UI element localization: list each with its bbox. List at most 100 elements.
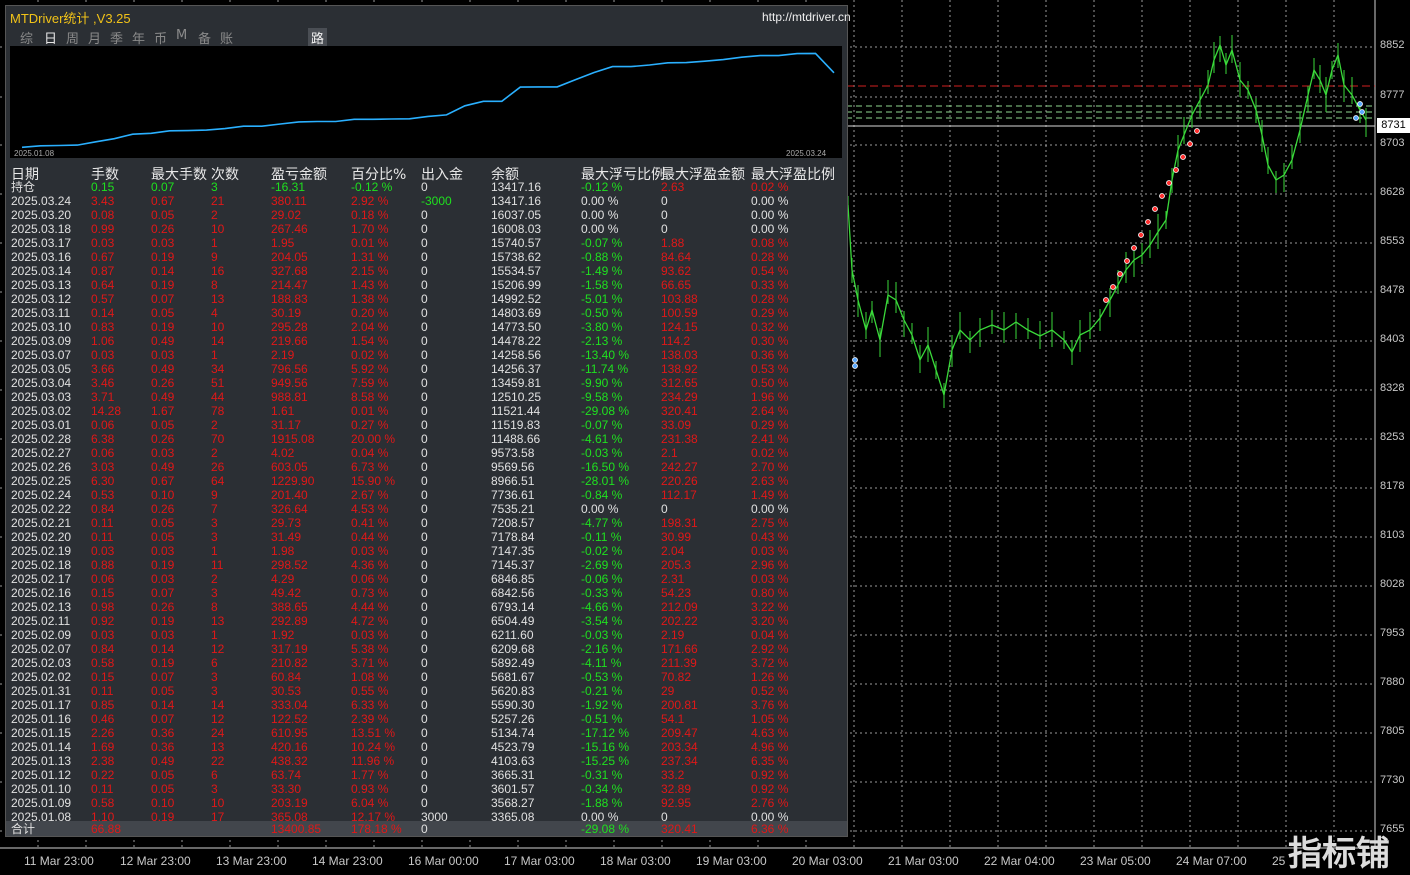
table-cell: 6793.14 bbox=[491, 600, 535, 614]
table-cell: 267.46 bbox=[271, 222, 308, 236]
table-cell: 0 bbox=[421, 278, 428, 292]
table-cell: 112.17 bbox=[661, 488, 697, 502]
table-cell: 5892.49 bbox=[491, 656, 535, 670]
table-cell: 0.05 bbox=[151, 516, 175, 530]
table-cell: 138.03 bbox=[661, 348, 698, 362]
trade-marker bbox=[1145, 219, 1151, 225]
table-cell: -16.50 % bbox=[581, 460, 630, 474]
table-cell: -2.69 % bbox=[581, 558, 623, 572]
table-cell: 0.01 % bbox=[351, 404, 389, 418]
table-cell: 0.49 bbox=[151, 334, 175, 348]
table-cell: 0 bbox=[421, 670, 428, 684]
table-row: 2025.02.28 6.38 0.26 70 1915.08 20.00 % 0 11488… bbox=[6, 432, 847, 446]
table-cell: 0.30 % bbox=[751, 334, 789, 348]
table-row: 2025.02.07 0.84 0.14 12 317.19 5.38 % 0 6209.68… bbox=[6, 642, 847, 656]
table-cell: 0 bbox=[421, 390, 428, 404]
table-cell: 0.44 % bbox=[351, 530, 389, 544]
table-cell: 0.67 bbox=[151, 194, 175, 208]
table-cell: 3.22 % bbox=[751, 600, 789, 614]
table-cell: 1 bbox=[211, 236, 218, 250]
table-cell: 5590.30 bbox=[491, 698, 535, 712]
table-cell: 0.49 bbox=[151, 460, 175, 474]
tab-7[interactable]: M bbox=[176, 28, 187, 43]
table-cell: 2.1 bbox=[661, 446, 678, 460]
website-link[interactable]: http://mtdriver.cn bbox=[762, 10, 851, 24]
trade-marker bbox=[852, 357, 858, 363]
time-tick-label: 20 Mar 03:00 bbox=[792, 854, 863, 868]
table-cell: 0.03 bbox=[151, 572, 175, 586]
tab-0[interactable]: 综 bbox=[20, 28, 33, 47]
table-cell: 0.06 % bbox=[351, 572, 389, 586]
table-cell: 10.24 % bbox=[351, 740, 396, 754]
table-cell: 33.09 bbox=[661, 418, 692, 432]
table-cell: 209.47 bbox=[661, 726, 698, 740]
table-cell: -0.50 % bbox=[581, 306, 623, 320]
table-cell: 3.72 % bbox=[751, 656, 789, 670]
table-cell: 9573.58 bbox=[491, 446, 535, 460]
trade-marker bbox=[1131, 245, 1137, 251]
table-cell: 0.11 bbox=[91, 516, 114, 530]
tab-3[interactable]: 月 bbox=[88, 28, 101, 47]
table-cell: 0.03 bbox=[151, 236, 175, 250]
table-cell: 3568.27 bbox=[491, 796, 535, 810]
table-cell: 6.33 % bbox=[351, 698, 389, 712]
total-row: 合计 66.88 13400.85 178.18 % 0 -29.08 % 320.41 6.… bbox=[6, 821, 847, 836]
table-cell: -1.88 % bbox=[581, 796, 623, 810]
trade-marker bbox=[1194, 128, 1200, 134]
time-tick-label: 13 Mar 23:00 bbox=[216, 854, 287, 868]
table-cell: 21 bbox=[211, 194, 225, 208]
table-row: 2025.02.27 0.06 0.03 2 4.02 0.04 % 0 9573.58 -0.… bbox=[6, 446, 847, 460]
table-cell: 0.00 % bbox=[581, 222, 619, 236]
table-cell: 0.03 bbox=[151, 446, 175, 460]
table-cell: 3665.31 bbox=[491, 768, 535, 782]
table-cell: 9 bbox=[211, 250, 218, 264]
table-cell: 0 bbox=[421, 404, 428, 418]
table-cell: 0.58 bbox=[91, 656, 115, 670]
tab-4[interactable]: 季 bbox=[110, 28, 123, 47]
table-cell: 203.34 bbox=[661, 740, 698, 754]
table-cell: 2025.03.12 bbox=[11, 292, 72, 306]
tab-6[interactable]: 币 bbox=[154, 28, 167, 47]
table-cell: 380.11 bbox=[271, 194, 307, 208]
table-cell: 2.04 bbox=[661, 544, 685, 558]
tab-5[interactable]: 年 bbox=[132, 28, 145, 47]
table-cell: 0 bbox=[421, 572, 428, 586]
table-cell: 0 bbox=[421, 516, 428, 530]
table-cell: -0.06 % bbox=[581, 572, 623, 586]
table-cell: 0.19 bbox=[151, 614, 175, 628]
tab-8[interactable]: 备 bbox=[198, 28, 211, 47]
table-cell: 2025.03.03 bbox=[11, 390, 72, 404]
table-cell: 0.26 bbox=[151, 376, 175, 390]
table-cell: 420.16 bbox=[271, 740, 308, 754]
table-cell: 15206.99 bbox=[491, 278, 542, 292]
table-cell: 0.26 bbox=[151, 600, 175, 614]
table-cell: 188.83 bbox=[271, 292, 308, 306]
table-cell: 2.31 bbox=[661, 572, 685, 586]
table-cell: 0.80 % bbox=[751, 586, 789, 600]
table-cell: 3 bbox=[211, 530, 218, 544]
table-cell: 0 bbox=[421, 236, 428, 250]
table-cell: 2.92 % bbox=[751, 642, 789, 656]
table-row: 2025.01.14 1.69 0.36 13 420.16 10.24 % 0 4523.7… bbox=[6, 740, 847, 754]
table-cell: 4 bbox=[211, 306, 218, 320]
trade-marker bbox=[1152, 206, 1158, 212]
table-cell: 242.27 bbox=[661, 460, 698, 474]
tab-1[interactable]: 日 bbox=[44, 28, 57, 47]
time-tick-label: 21 Mar 03:00 bbox=[888, 854, 959, 868]
panel-titlebar[interactable]: MTDriver统计 ,V3.25 http://mtdriver.cn bbox=[6, 6, 851, 28]
table-row: 2025.01.31 0.11 0.05 3 30.53 0.55 % 0 5620.83 -0… bbox=[6, 684, 847, 698]
table-cell: 0.88 bbox=[91, 558, 115, 572]
table-cell: 4103.63 bbox=[491, 754, 535, 768]
table-cell: 2025.01.12 bbox=[11, 768, 72, 782]
table-cell: 1.69 bbox=[91, 740, 115, 754]
table-cell: 0.41 % bbox=[351, 516, 389, 530]
tab-2[interactable]: 周 bbox=[66, 28, 79, 47]
table-row: 2025.02.19 0.03 0.03 1 1.98 0.03 % 0 7147.35 -0.… bbox=[6, 544, 847, 558]
table-cell: 7736.61 bbox=[491, 488, 535, 502]
table-cell: 988.81 bbox=[271, 390, 308, 404]
table-cell: -2.13 % bbox=[581, 334, 623, 348]
table-cell: 0.00 % bbox=[751, 208, 789, 222]
table-cell: 0.03 bbox=[91, 544, 115, 558]
table-cell: 0.18 % bbox=[351, 208, 389, 222]
table-cell: -15.25 % bbox=[581, 754, 630, 768]
